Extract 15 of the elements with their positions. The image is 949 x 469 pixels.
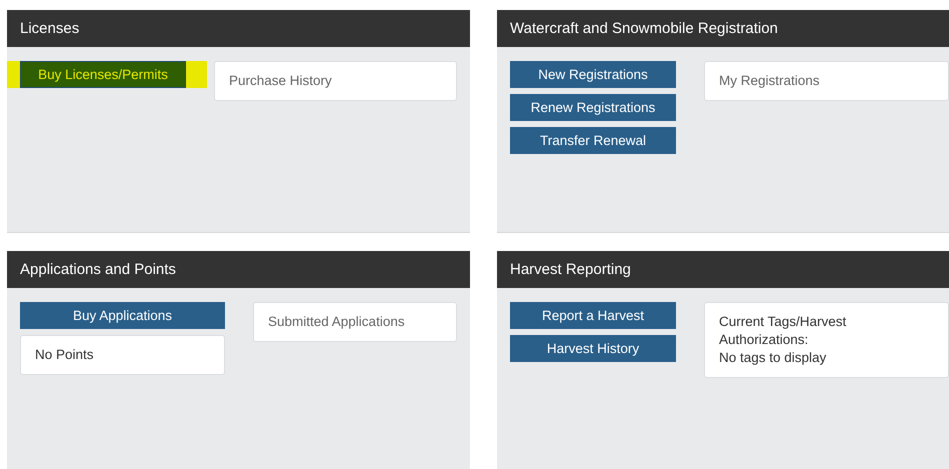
panel-title: Harvest Reporting	[497, 251, 949, 288]
panel-title: Watercraft and Snowmobile Registration	[497, 10, 949, 47]
action-button[interactable]: Renew Registrations	[510, 94, 676, 121]
action-button[interactable]: Harvest History	[510, 335, 676, 362]
action-button[interactable]: Report a Harvest	[510, 302, 676, 329]
link-card[interactable]: Submitted Applications	[253, 302, 457, 342]
info-card: Current Tags/Harvest Authorizations: No tags to display	[704, 302, 949, 378]
link-card[interactable]: No Points	[20, 335, 225, 375]
action-button[interactable]: Transfer Renewal	[510, 127, 676, 154]
action-button[interactable]: New Registrations	[510, 61, 676, 88]
action-button[interactable]: Buy Applications	[20, 302, 225, 329]
link-card[interactable]: Purchase History	[214, 61, 457, 101]
panel-title: Licenses	[7, 10, 470, 47]
link-card[interactable]: My Registrations	[704, 61, 949, 101]
panel-title: Applications and Points	[7, 251, 470, 288]
